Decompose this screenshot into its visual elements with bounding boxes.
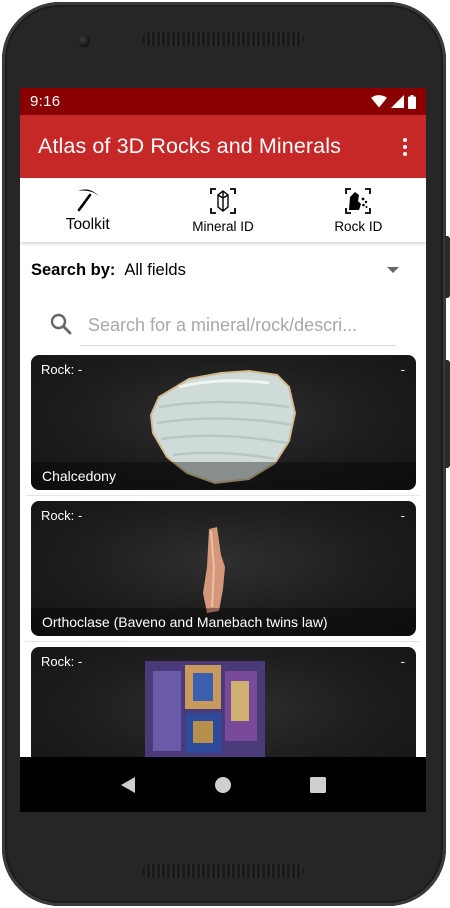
specimen-card[interactable]: Rock: - - [31,647,416,757]
bottom-speaker [142,864,304,878]
search-icon [50,313,72,335]
earpiece-speaker [142,32,304,46]
tab-bar: Toolkit Mineral ID Rock ID [20,178,426,242]
search-by-value: All fields [124,260,186,279]
card-rock-label: Rock: - [41,508,83,523]
specimen-card[interactable]: Rock: - - Orthoclase (Baveno and Manebac… [31,501,416,636]
power-button [445,360,450,468]
volume-button [445,236,450,298]
search-row [20,302,426,350]
card-corner-label: - [400,508,405,523]
specimen-card[interactable]: Rock: - - Chalcedony [31,355,416,490]
cell-signal-icon [391,95,404,108]
pickaxe-icon [77,189,99,212]
tab-mineral-id[interactable]: Mineral ID [155,178,290,242]
rock-scan-icon [345,188,372,214]
more-vert-icon[interactable] [394,127,416,167]
tab-toolkit[interactable]: Toolkit [20,178,155,242]
front-camera [78,35,90,47]
specimen-list[interactable]: Rock: - - Chalcedony Rock: - - Orthoclas… [20,355,426,757]
card-rock-label: Rock: - [41,654,83,669]
tab-mineral-id-label: Mineral ID [192,219,254,234]
app-bar: Atlas of 3D Rocks and Minerals [20,115,426,178]
card-specimen-name: Chalcedony [42,468,116,484]
card-divider [26,641,420,642]
card-corner-label: - [400,654,405,669]
card-divider [26,495,420,496]
status-time: 9:16 [30,93,61,110]
crystal-scan-icon [210,188,236,214]
card-corner-label: - [400,362,405,377]
dropdown-arrow-icon[interactable] [387,267,399,273]
home-icon[interactable] [214,776,232,794]
search-by-selector[interactable]: Search by: All fields [31,258,411,282]
tab-rock-id[interactable]: Rock ID [291,178,426,242]
back-icon[interactable] [119,776,137,794]
search-input[interactable] [80,306,396,346]
specimen-image [145,661,265,757]
recents-icon[interactable] [309,776,327,794]
card-rock-label: Rock: - [41,362,83,377]
status-bar: 9:16 [20,88,426,115]
specimen-image [203,527,225,613]
system-nav-bar [20,757,426,812]
app-title: Atlas of 3D Rocks and Minerals [38,134,341,158]
card-specimen-name: Orthoclase (Baveno and Manebach twins la… [42,614,328,630]
tab-rock-id-label: Rock ID [334,219,383,234]
wifi-icon [371,95,387,108]
battery-icon [408,94,416,109]
screen: 9:16 Atlas of 3D Rocks and Minerals Tool… [20,88,426,812]
tab-toolkit-label: Toolkit [65,216,110,233]
search-by-label: Search by: [31,260,116,279]
